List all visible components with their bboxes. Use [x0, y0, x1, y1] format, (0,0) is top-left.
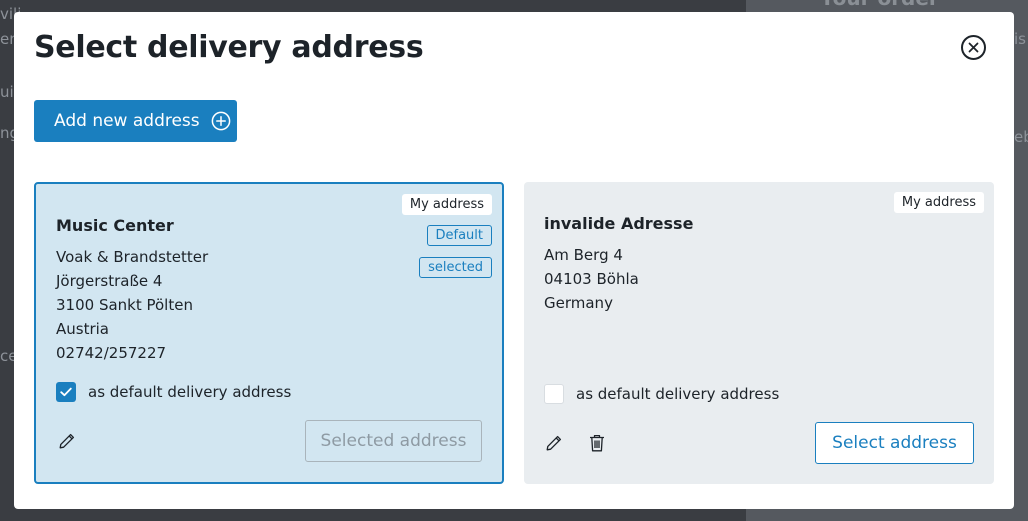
background-text: is: [1014, 30, 1026, 48]
add-new-address-button[interactable]: Add new address: [34, 100, 237, 142]
pencil-icon: [546, 435, 562, 451]
default-badge: Default: [426, 225, 492, 246]
address-line: 3100 Sankt Pölten: [56, 296, 193, 314]
address-line: 04103 Böhla: [544, 270, 639, 288]
pencil-icon: [59, 433, 75, 449]
selected-badge: selected: [419, 257, 492, 278]
address-card[interactable]: My address invalide Adresse Am Berg 4 04…: [524, 182, 994, 484]
default-address-checkbox[interactable]: [56, 382, 76, 402]
edit-address-button[interactable]: [543, 432, 565, 454]
address-line: Jörgerstraße 4: [56, 272, 163, 290]
modal-title: Select delivery address: [34, 30, 424, 65]
close-icon: [968, 42, 979, 53]
address-line: 02742/257227: [56, 344, 167, 362]
background-text: eb: [1014, 128, 1028, 146]
add-new-address-label: Add new address: [54, 111, 200, 131]
delete-address-button[interactable]: [586, 432, 608, 454]
address-name: invalide Adresse: [544, 214, 694, 233]
close-button[interactable]: [961, 35, 986, 60]
address-lines: Am Berg 4 04103 Böhla Germany: [544, 243, 639, 315]
default-address-checkbox-row: as default delivery address: [56, 382, 291, 402]
default-address-label: as default delivery address: [88, 383, 292, 401]
selected-address-button: Selected address: [305, 420, 482, 462]
edit-address-button[interactable]: [56, 430, 78, 452]
default-address-checkbox-row: as default delivery address: [544, 384, 779, 404]
default-address-checkbox[interactable]: [544, 384, 564, 404]
plus-circle-icon: [211, 111, 231, 131]
checkmark-icon: [60, 387, 72, 397]
address-lines: Voak & Brandstetter Jörgerstraße 4 3100 …: [56, 245, 208, 365]
address-line: Voak & Brandstetter: [56, 248, 209, 266]
default-address-label: as default delivery address: [576, 385, 780, 403]
my-address-tag: My address: [401, 194, 492, 215]
my-address-tag: My address: [893, 192, 984, 213]
select-address-modal: Select delivery address Add new address …: [14, 12, 1014, 509]
address-line: Am Berg 4: [544, 246, 623, 264]
trash-icon: [590, 434, 604, 452]
select-address-button[interactable]: Select address: [815, 422, 974, 464]
address-line: Austria: [56, 320, 109, 338]
address-card-selected[interactable]: My address Default selected Music Center…: [34, 182, 504, 484]
address-line: Germany: [544, 294, 613, 312]
address-name: Music Center: [56, 216, 174, 235]
